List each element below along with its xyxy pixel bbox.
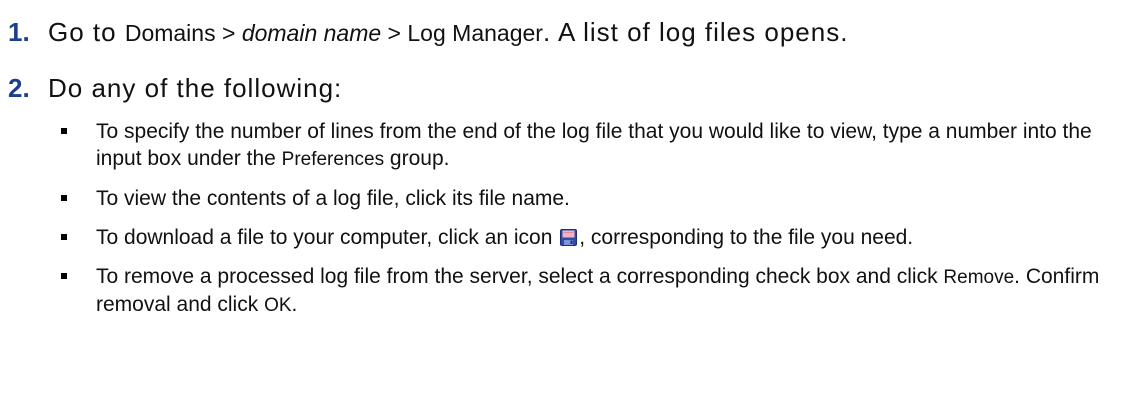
options-list: To specify the number of lines from the … [0, 118, 1131, 319]
step-text: Do any of the following: [48, 73, 343, 103]
list-item: To specify the number of lines from the … [0, 118, 1131, 173]
step-number: 1. [8, 17, 30, 47]
list-item-text: group. [384, 147, 450, 170]
ui-term-ok: OK [264, 295, 292, 316]
list-item-text: . [291, 293, 298, 316]
bullet-marker [61, 128, 67, 134]
list-item: To remove a processed log file from the … [0, 263, 1131, 319]
list-item-text: To remove a processed log file from the … [96, 265, 944, 288]
breadcrumb-separator: > [215, 20, 242, 46]
list-item-text: To download a file to your computer, cli… [96, 226, 559, 249]
floppy-disk-save-icon [560, 229, 578, 246]
step-2: 2. Do any of the following: [8, 72, 342, 104]
list-item-text: To view the contents of a log file, clic… [96, 187, 570, 210]
ui-term-preferences: Preferences [281, 149, 385, 170]
list-item: To download a file to your computer, cli… [0, 224, 1131, 251]
ui-term-domain-name: domain name [241, 20, 382, 46]
step-1: 1. Go to Domains > domain name > Log Mana… [8, 16, 848, 49]
step-text: . A list of log files opens. [542, 17, 849, 47]
breadcrumb-separator: > [381, 20, 408, 46]
list-item-text: , corresponding to the file you need. [579, 226, 914, 249]
list-item: To view the contents of a log file, clic… [0, 185, 1131, 212]
bullet-marker [61, 195, 67, 201]
bullet-marker [61, 273, 67, 279]
ui-term-domains: Domains [124, 20, 216, 46]
ui-term-remove: Remove [943, 267, 1015, 288]
list-item-text: To specify the number of lines from the … [96, 120, 1092, 170]
bullet-marker [61, 234, 67, 240]
ui-term-log-manager: Log Manager [407, 20, 543, 46]
step-number: 2. [8, 73, 30, 103]
step-text: Go to [48, 17, 125, 47]
